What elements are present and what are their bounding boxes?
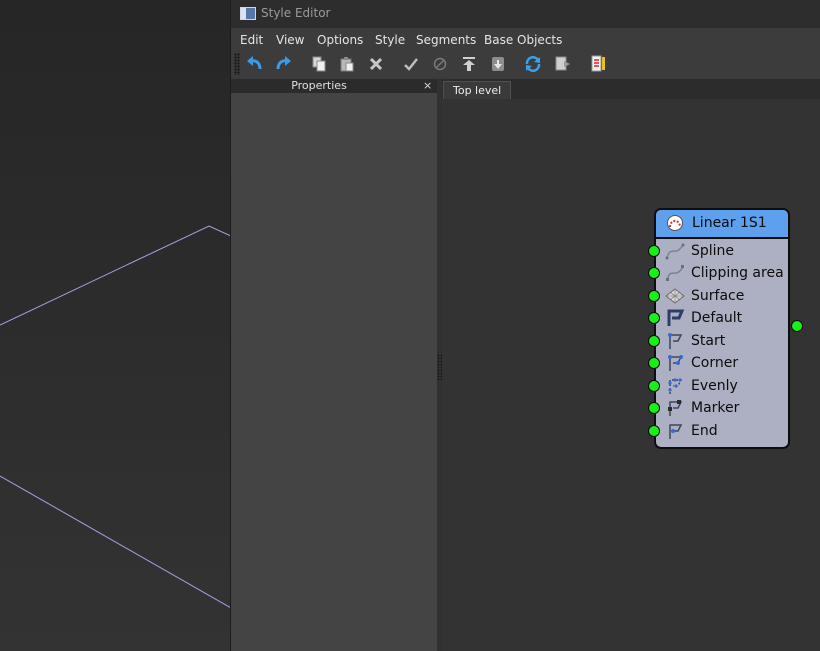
port-label: Clipping area bbox=[691, 265, 784, 281]
style-node[interactable]: Linear 1S1 Spline Clipping area Surface … bbox=[648, 208, 790, 449]
port-evenly: Evenly bbox=[648, 376, 788, 398]
disable-icon[interactable] bbox=[430, 54, 450, 74]
toolbar-grip[interactable] bbox=[234, 53, 240, 75]
node-title: Linear 1S1 bbox=[692, 215, 767, 231]
marker-icon bbox=[665, 399, 685, 417]
corner-icon bbox=[665, 354, 685, 372]
port-end: End bbox=[648, 421, 788, 443]
input-pin[interactable] bbox=[648, 425, 660, 437]
input-pin[interactable] bbox=[648, 380, 660, 392]
evenly-icon bbox=[665, 377, 685, 395]
menu-view[interactable]: View bbox=[276, 33, 304, 47]
port-surface: Surface bbox=[648, 286, 788, 308]
menu-options[interactable]: Options bbox=[317, 33, 363, 47]
port-label: End bbox=[691, 423, 718, 439]
port-clipping-area: Clipping area bbox=[648, 263, 788, 285]
surface-icon bbox=[665, 287, 685, 305]
apply-icon[interactable] bbox=[401, 54, 421, 74]
linear-style-icon bbox=[666, 214, 684, 232]
delete-icon[interactable] bbox=[366, 54, 386, 74]
title-bar[interactable]: Style Editor bbox=[231, 0, 820, 28]
port-default: Default bbox=[648, 308, 788, 330]
paste-icon[interactable] bbox=[337, 54, 357, 74]
tab-bar: Top level bbox=[442, 79, 820, 100]
properties-panel-header: Properties × bbox=[231, 79, 437, 93]
port-corner: Corner bbox=[648, 353, 788, 375]
move-to-bottom-icon[interactable] bbox=[488, 54, 508, 74]
tab-top-level[interactable]: Top level bbox=[443, 81, 512, 100]
copy-icon[interactable] bbox=[309, 54, 329, 74]
window-title: Style Editor bbox=[261, 6, 331, 20]
start-icon bbox=[665, 332, 685, 350]
undo-icon[interactable] bbox=[245, 54, 265, 74]
style-list-icon[interactable] bbox=[588, 54, 608, 74]
port-label: Default bbox=[691, 310, 743, 326]
properties-panel-title: Properties bbox=[291, 79, 347, 92]
node-header[interactable]: Linear 1S1 bbox=[656, 210, 788, 239]
input-pin[interactable] bbox=[648, 357, 660, 369]
input-pin[interactable] bbox=[648, 312, 660, 324]
input-pin[interactable] bbox=[648, 267, 660, 279]
viewport-wireframe bbox=[0, 225, 231, 609]
port-spline: Spline bbox=[648, 241, 788, 263]
menu-bar: Edit View Options Style Segments Base Ob… bbox=[231, 29, 820, 51]
export-icon[interactable] bbox=[553, 54, 573, 74]
menu-base-objects[interactable]: Base Objects bbox=[484, 33, 562, 47]
port-label: Marker bbox=[691, 400, 740, 416]
redo-icon[interactable] bbox=[273, 54, 293, 74]
port-start: Start bbox=[648, 331, 788, 353]
close-icon[interactable]: × bbox=[423, 79, 432, 93]
menu-edit[interactable]: Edit bbox=[240, 33, 263, 47]
input-pin[interactable] bbox=[648, 402, 660, 414]
port-label: Corner bbox=[691, 355, 739, 371]
input-pin[interactable] bbox=[648, 290, 660, 302]
menu-style[interactable]: Style bbox=[375, 33, 405, 47]
port-label: Spline bbox=[691, 243, 735, 259]
input-pin[interactable] bbox=[648, 245, 660, 257]
style-editor-window: Style Editor Edit View Options Style Seg… bbox=[230, 0, 820, 651]
default-icon bbox=[665, 309, 685, 327]
port-label: Evenly bbox=[691, 378, 738, 394]
output-pin[interactable] bbox=[791, 320, 803, 332]
port-label: Start bbox=[691, 333, 726, 349]
port-label: Surface bbox=[691, 288, 745, 304]
clipping-area-icon bbox=[665, 264, 685, 282]
end-icon bbox=[665, 422, 685, 440]
refresh-icon[interactable] bbox=[523, 54, 543, 74]
toolbar bbox=[231, 51, 820, 78]
menu-segments[interactable]: Segments bbox=[416, 33, 476, 47]
properties-panel bbox=[231, 93, 437, 651]
spline-icon bbox=[665, 242, 685, 260]
port-marker: Marker bbox=[648, 398, 788, 420]
input-pin[interactable] bbox=[648, 335, 660, 347]
app-icon bbox=[240, 7, 256, 20]
3d-viewport[interactable] bbox=[0, 0, 231, 651]
move-to-top-icon[interactable] bbox=[459, 54, 479, 74]
